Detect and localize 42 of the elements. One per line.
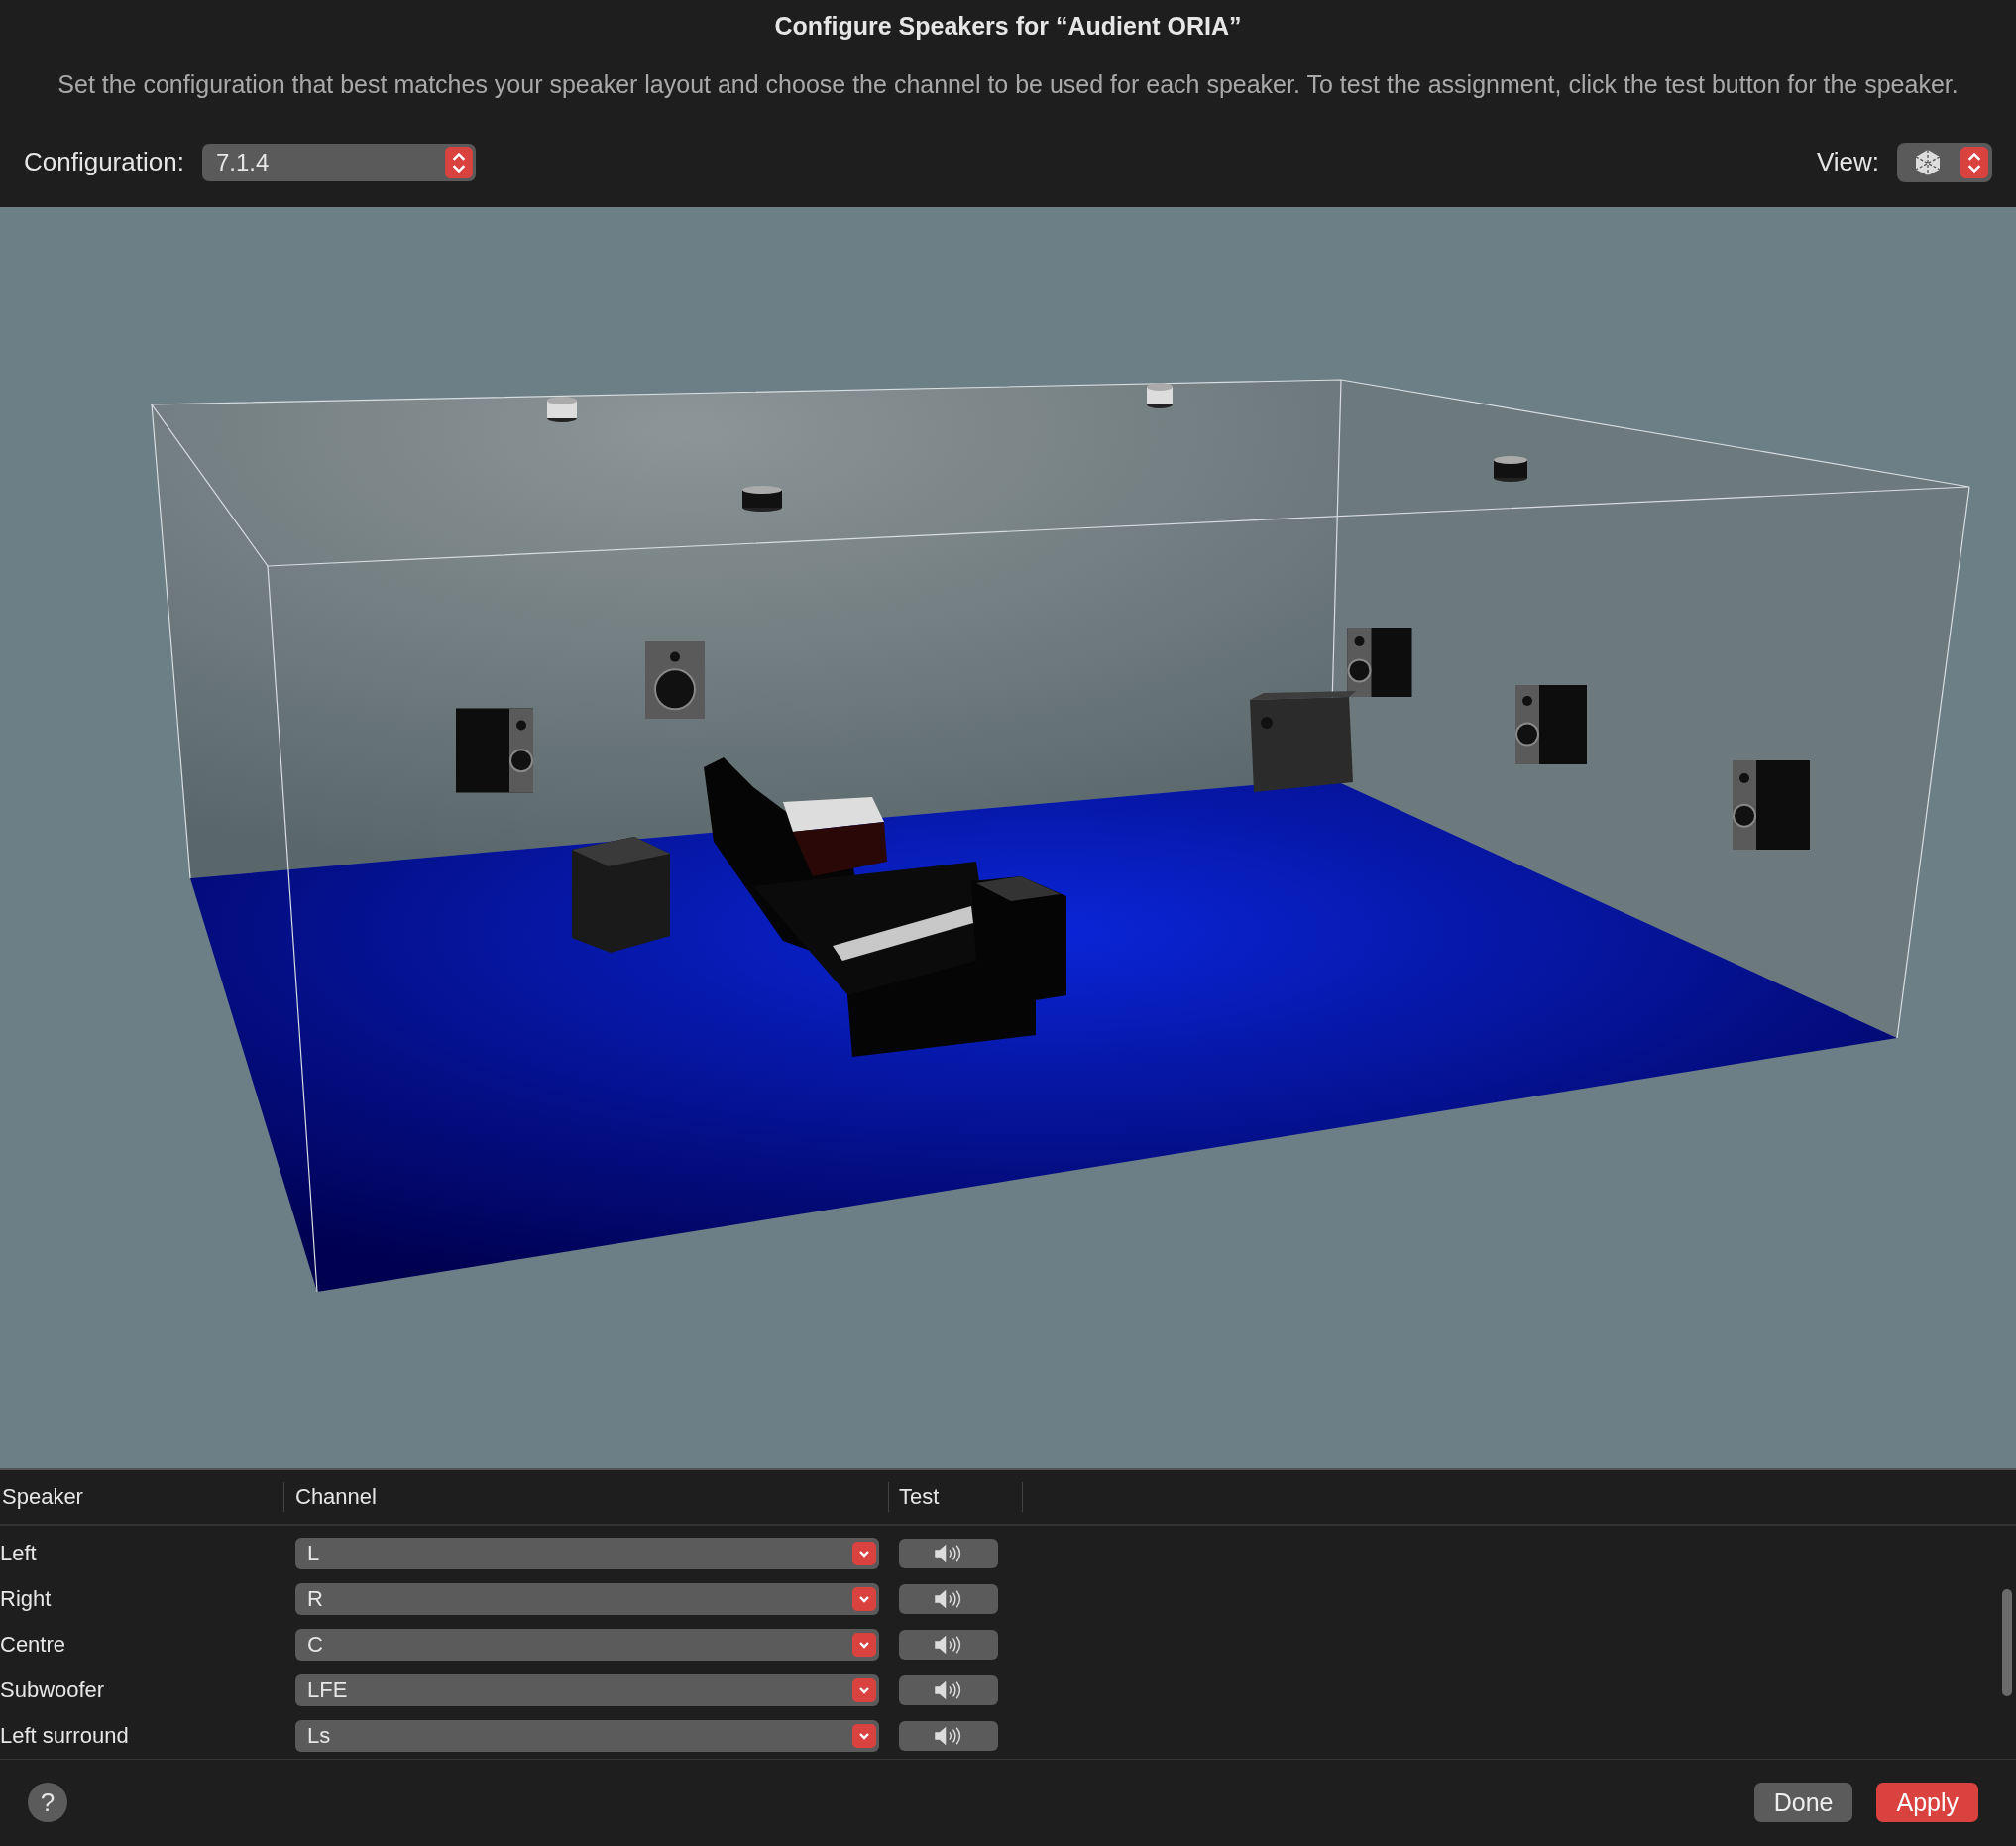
chevron-icon (852, 1677, 876, 1702)
chevron-icon (852, 1541, 876, 1565)
chevron-icon (852, 1586, 876, 1611)
column-header[interactable]: Channel (284, 1481, 889, 1512)
view-popup[interactable] (1897, 142, 1992, 182)
ceiling-speaker-drawing (1147, 382, 1173, 408)
configuration-label: Configuration: (24, 147, 184, 178)
default-button[interactable]: Apply (1876, 1783, 1978, 1823)
assignment-popup[interactable]: C (295, 1628, 879, 1661)
configuration-popup[interactable]: 7.1.4 (201, 143, 476, 181)
cube-icon (1913, 147, 1943, 177)
assignment-popup[interactable]: R (295, 1582, 879, 1615)
dialog-title: Configure Speakers for “Audient ORIA” (773, 11, 1243, 42)
assignment-popup[interactable]: L (295, 1537, 879, 1569)
dialog-button[interactable]: Done (1753, 1783, 1853, 1823)
test-button[interactable] (899, 1583, 998, 1614)
test-button[interactable] (899, 1629, 998, 1660)
test-button[interactable] (899, 1538, 998, 1568)
test-button[interactable] (899, 1720, 998, 1751)
speaker-name: Centre (0, 1631, 67, 1658)
stepper-icon (444, 146, 473, 178)
speaker-name: Left (0, 1540, 38, 1566)
view-label: View: (1816, 147, 1879, 178)
column-header[interactable]: Speaker (0, 1481, 284, 1512)
speaker-name: Right (0, 1585, 53, 1612)
chevron-icon (852, 1632, 876, 1657)
ceiling-speaker-drawing (742, 485, 782, 512)
speaker-drawing (1347, 627, 1412, 697)
speaker-name: Left surround (0, 1722, 130, 1749)
help-button[interactable]: ? (28, 1783, 67, 1823)
column-header[interactable]: Test (889, 1481, 1023, 1512)
speaker-name: Subwoofer (0, 1676, 106, 1703)
ceiling-speaker-drawing (1494, 455, 1527, 482)
chevron-icon (852, 1723, 876, 1748)
assignment-popup[interactable]: Ls (295, 1719, 879, 1752)
ceiling-speaker-drawing (547, 396, 577, 422)
scrollbar[interactable] (2002, 1588, 2012, 1696)
dialog-description: Set the configuration that best matches your speaker layout and choose the channel to be used for each speaker. To test the assignment, click the test button for the speaker. (56, 69, 1960, 100)
stepper-icon (1960, 146, 1988, 178)
test-button[interactable] (899, 1674, 998, 1705)
assignment-popup[interactable]: LFE (295, 1673, 879, 1706)
room-view[interactable] (0, 206, 2016, 1470)
